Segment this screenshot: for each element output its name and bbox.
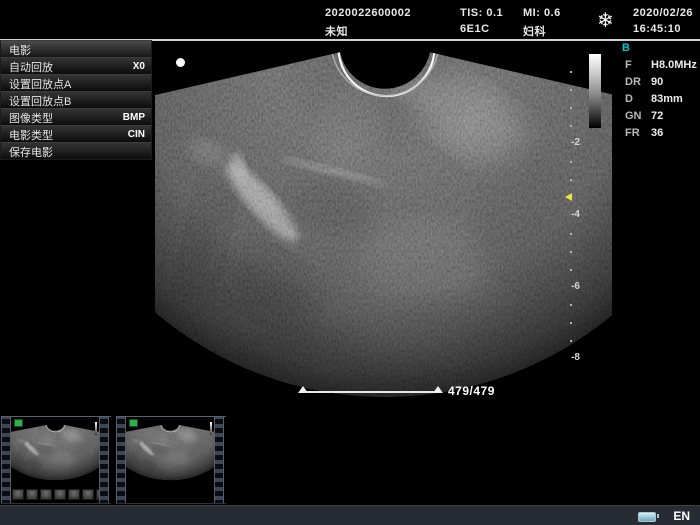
depth-label: -8 [571, 352, 580, 363]
patient-id: 2020022600002 [325, 7, 411, 19]
menu-item[interactable]: 保存电影 [0, 142, 152, 160]
depth-tick [570, 107, 572, 109]
cine-frame-counter: 479/479 [448, 384, 495, 398]
system-time: 16:45:10 [633, 23, 681, 35]
depth-tick [570, 304, 572, 306]
depth-tick [570, 179, 572, 181]
grayscale-bar [589, 54, 601, 128]
depth-tick [570, 71, 572, 73]
param-row: FR36 [625, 127, 697, 144]
menu-item[interactable]: 图像类型 BMP [0, 108, 152, 126]
depth-tick [570, 340, 572, 342]
taskbar: EN [0, 505, 700, 525]
menu-item-label: 设置回放点A [9, 76, 71, 92]
depth-tick [570, 161, 572, 163]
filmstrip-edge [99, 417, 109, 503]
battery-icon [638, 512, 656, 522]
ultrasound-screen: 2020022600002 未知 TIS: 0.1 6E1C MI: 0.6 妇… [0, 0, 700, 525]
param-row: D83mm [625, 93, 697, 110]
menu-item-label: 图像类型 [9, 110, 53, 126]
probe-orientation-dot [176, 58, 185, 67]
param-label: DR [625, 76, 651, 93]
depth-tick [570, 251, 572, 253]
ultrasound-image [155, 40, 612, 402]
mini-grayscale-bar [95, 422, 97, 435]
menu-item-value: CIN [128, 129, 145, 140]
cine-thumbnail-2[interactable] [116, 416, 226, 504]
menu-item[interactable]: 设置回放点A [0, 74, 152, 92]
image-parameter-panel: FH8.0MHzDR90D83mmGN72FR36 [625, 59, 697, 144]
param-value: 72 [651, 110, 663, 127]
probe-model: 6E1C [460, 23, 490, 35]
menu-item[interactable]: 设置回放点B [0, 91, 152, 109]
menu-item-value: X0 [133, 61, 145, 72]
depth-label: -6 [571, 281, 580, 292]
param-value: 83mm [651, 93, 683, 110]
mini-grayscale-bar [210, 422, 212, 435]
exam-mode: 妇科 [523, 23, 546, 39]
cine-clip-badge-icon [14, 419, 23, 427]
system-date: 2020/02/26 [633, 7, 693, 19]
depth-label: -4 [571, 209, 580, 220]
freeze-snowflake-icon: ❄ [597, 8, 614, 33]
param-row: FH8.0MHz [625, 59, 697, 76]
menu-title-label: 电影 [9, 42, 31, 58]
param-label: F [625, 59, 651, 76]
cine-progress-line[interactable] [302, 391, 440, 393]
param-value: 90 [651, 76, 663, 93]
focus-position-marker [565, 193, 572, 201]
menu-item[interactable]: 自动回放 X0 [0, 57, 152, 75]
cine-thumbnail-1[interactable] [1, 416, 111, 504]
thumbnail-image [126, 417, 214, 503]
param-row: GN72 [625, 110, 697, 127]
depth-label: -2 [571, 137, 580, 148]
depth-tick [570, 125, 572, 127]
menu-item[interactable]: 电影类型 CIN [0, 125, 152, 143]
depth-ruler: -2 -4 -6 -8 [556, 40, 582, 402]
filmstrip-edge [1, 417, 11, 503]
depth-tick [570, 233, 572, 235]
menu-item-value: BMP [123, 112, 145, 123]
menu-item-label: 保存电影 [9, 144, 53, 160]
param-value: H8.0MHz [651, 59, 697, 76]
cine-start-marker[interactable] [298, 386, 308, 393]
param-label: D [625, 93, 651, 110]
cine-progress-bar[interactable]: 479/479 [290, 381, 520, 401]
depth-tick [570, 322, 572, 324]
depth-tick [570, 269, 572, 271]
cine-menu: 电影 自动回放 X0 设置回放点A设置回放点B图像类型 BMP 电影类型 CIN 保存电影 [0, 41, 152, 160]
menu-title[interactable]: 电影 [0, 40, 152, 58]
cine-position-marker[interactable] [433, 386, 443, 393]
cine-clip-badge-icon [129, 419, 138, 427]
menu-item-label: 自动回放 [9, 59, 53, 75]
menu-item-label: 电影类型 [9, 127, 53, 143]
tis-value: TIS: 0.1 [460, 7, 503, 19]
filmstrip-edge [116, 417, 126, 503]
depth-tick [570, 89, 572, 91]
param-value: 36 [651, 127, 663, 144]
mini-thumbnail-strip [12, 489, 99, 500]
thumbnail-image [11, 417, 99, 503]
param-label: FR [625, 127, 651, 144]
language-indicator[interactable]: EN [673, 509, 690, 523]
menu-item-label: 设置回放点B [9, 93, 71, 109]
param-label: GN [625, 110, 651, 127]
mi-value: MI: 0.6 [523, 7, 561, 19]
patient-name: 未知 [325, 23, 348, 39]
filmstrip-edge [214, 417, 224, 503]
param-row: DR90 [625, 76, 697, 93]
mode-b-label: B [622, 42, 630, 54]
